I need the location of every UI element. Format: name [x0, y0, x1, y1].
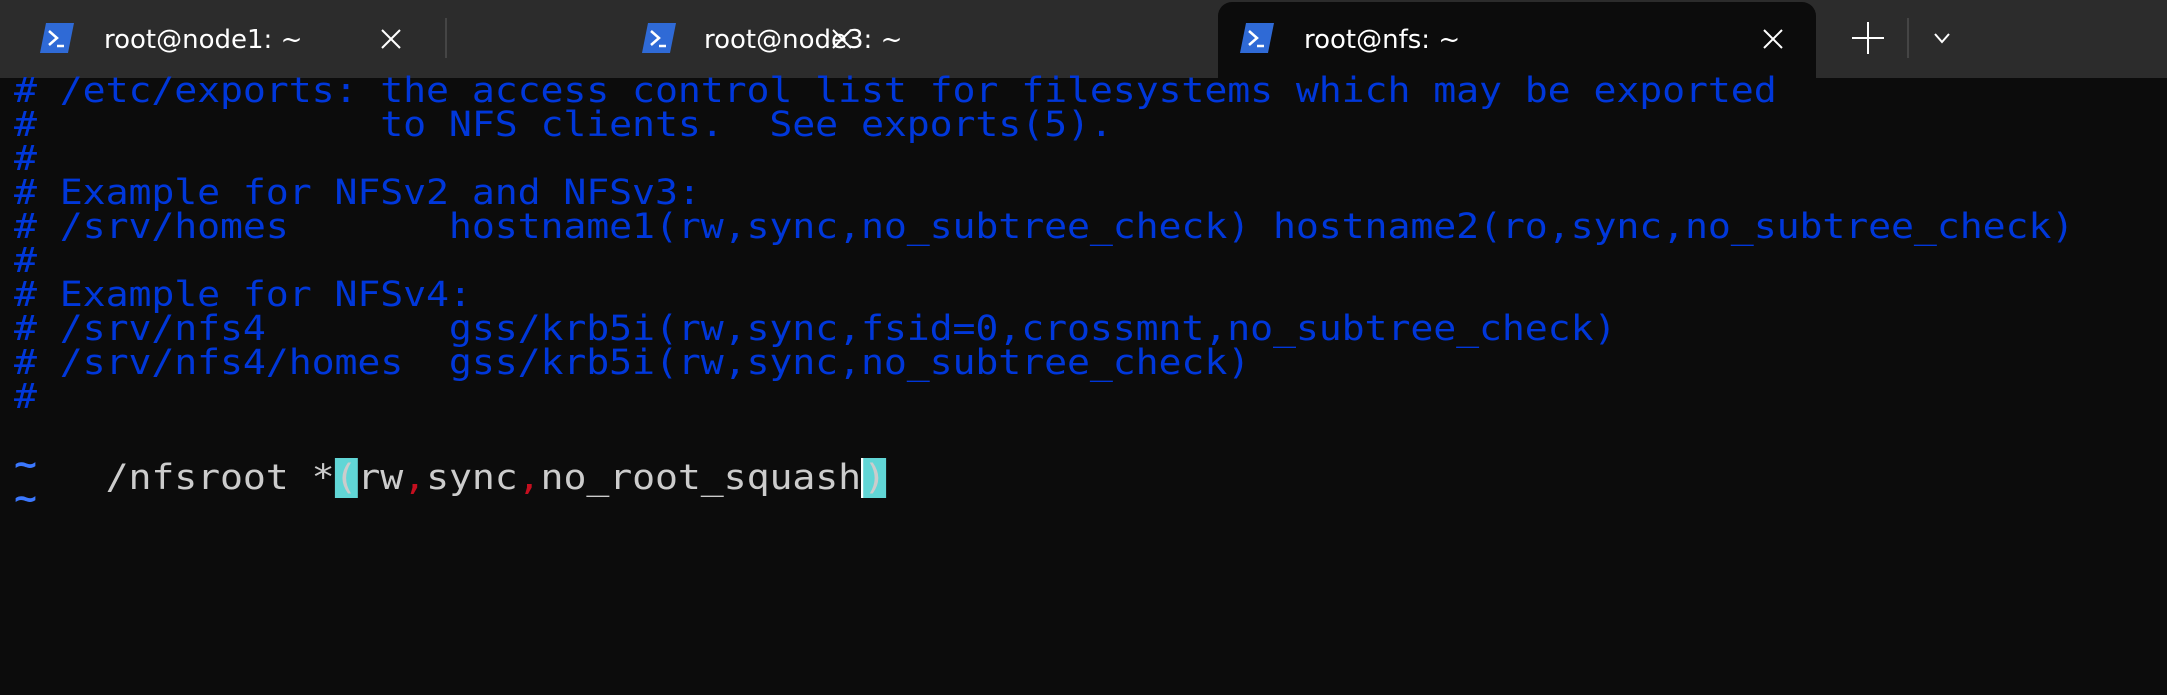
powershell-icon — [40, 23, 74, 53]
comment-line: # to NFS clients. See exports(5). — [14, 105, 1113, 145]
tab-node3[interactable]: root@node3: ~ — [600, 0, 1200, 78]
tab-title: root@node1: ~ — [104, 25, 303, 55]
close-icon[interactable] — [1758, 24, 1788, 54]
option-comma: , — [517, 458, 541, 498]
matched-open-paren: ( — [334, 458, 358, 498]
option-no-root-squash: no_root_squash — [540, 458, 862, 498]
new-tab-button[interactable] — [1848, 18, 1888, 58]
cursor-close-paren: ) — [861, 458, 886, 498]
terminal-content[interactable]: # /etc/exports: the access control list … — [0, 71, 2167, 695]
comment-line: # /srv/homes hostname1(rw,sync,no_subtre… — [14, 207, 2075, 247]
comment-line: # /srv/nfs4/homes gss/krb5i(rw,sync,no_s… — [14, 343, 1251, 383]
tab-separator — [445, 18, 447, 58]
close-icon[interactable] — [376, 24, 406, 54]
powershell-icon — [1240, 23, 1274, 53]
empty-line-marker: ~ — [14, 479, 37, 519]
tab-separator — [1907, 18, 1909, 58]
tab-bar: root@node1: ~ root@node3: ~ root@nfs: ~ — [0, 0, 2167, 78]
powershell-icon — [642, 23, 676, 53]
tab-title: root@nfs: ~ — [1304, 25, 1461, 55]
tab-title: root@node3: ~ — [704, 25, 903, 55]
export-entry: /nfsroot *(rw,sync,no_root_squash) — [14, 408, 886, 498]
close-icon[interactable] — [827, 24, 857, 54]
export-path-host: /nfsroot * — [105, 458, 335, 498]
option-sync: sync — [426, 458, 518, 498]
option-rw: rw — [357, 458, 404, 498]
tab-node1[interactable]: root@node1: ~ — [0, 0, 440, 78]
chevron-down-icon[interactable] — [1924, 18, 1960, 58]
tab-nfs[interactable]: root@nfs: ~ — [1218, 2, 1816, 78]
option-comma: , — [403, 458, 427, 498]
